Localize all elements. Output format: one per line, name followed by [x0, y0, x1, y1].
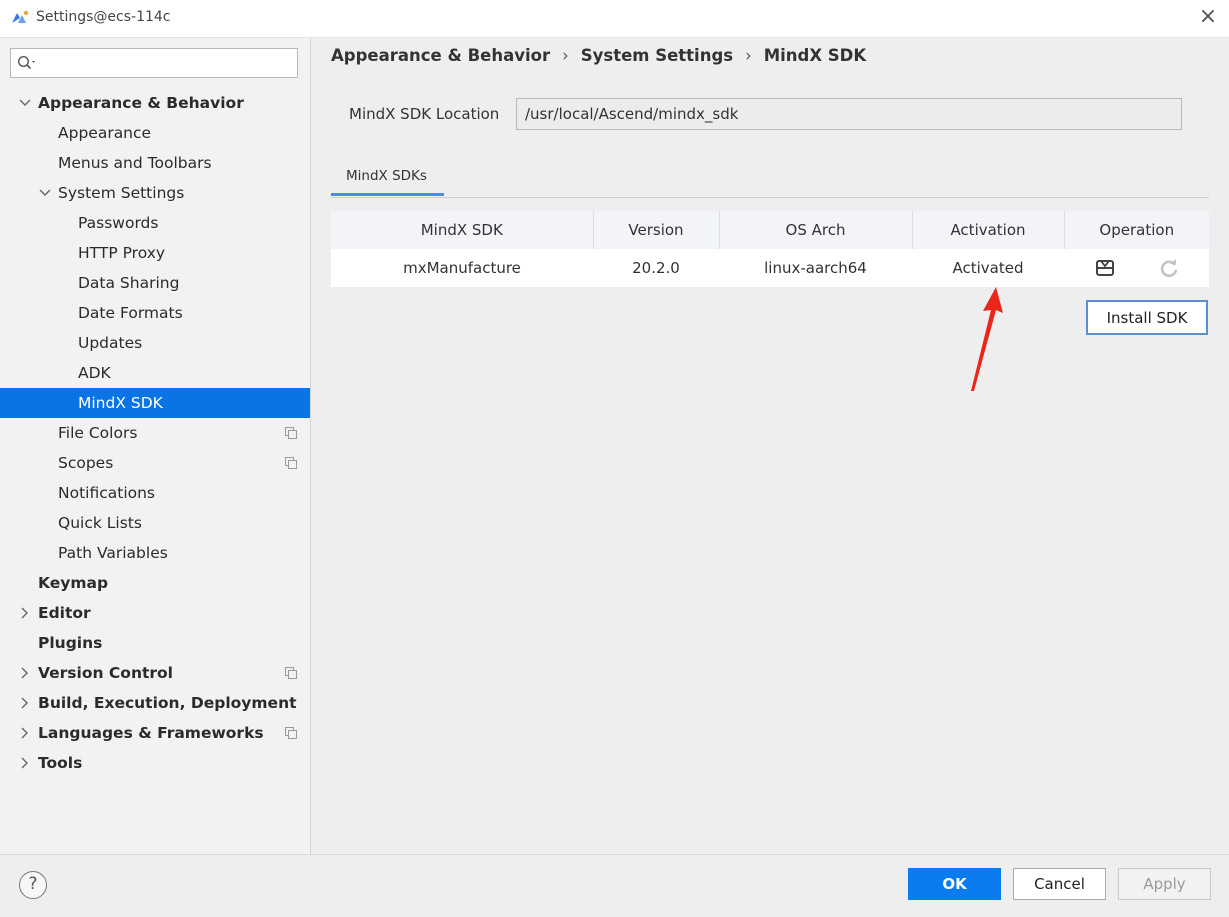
annotation-arrow-icon	[971, 287, 1003, 391]
sidebar-item[interactable]: Path Variables	[0, 538, 310, 568]
sdk-table: MindX SDK Version OS Arch Activation Ope…	[331, 211, 1209, 287]
breadcrumb-item[interactable]: Appearance & Behavior	[331, 46, 550, 65]
help-button[interactable]: ?	[19, 871, 47, 899]
sidebar-item[interactable]: Appearance	[0, 118, 310, 148]
project-scope-icon	[285, 667, 297, 679]
search-box[interactable]	[10, 48, 298, 78]
sidebar-item-label: Tools	[38, 754, 83, 772]
column-header-version[interactable]: Version	[593, 211, 720, 249]
chevron-right-icon[interactable]	[18, 688, 32, 718]
apply-button[interactable]: Apply	[1118, 868, 1211, 900]
sidebar-item[interactable]: System Settings	[0, 178, 310, 208]
close-button[interactable]: ×	[1194, 4, 1222, 32]
sidebar-item[interactable]: Menus and Toolbars	[0, 148, 310, 178]
activate-sdk-icon[interactable]	[1093, 256, 1117, 280]
chevron-right-icon[interactable]	[18, 658, 32, 688]
sidebar-item-label: Menus and Toolbars	[58, 154, 212, 172]
sidebar-item[interactable]: Languages & Frameworks	[0, 718, 310, 748]
chevron-down-icon[interactable]	[18, 88, 32, 118]
sidebar-item-label: Appearance & Behavior	[38, 94, 244, 112]
dialog-button-bar: ? OK Cancel Apply	[0, 854, 1229, 917]
sidebar-item-label: Build, Execution, Deployment	[38, 694, 297, 712]
sidebar-item-label: Passwords	[78, 214, 159, 232]
sidebar-item-label: MindX SDK	[78, 394, 163, 412]
cell-operation	[1064, 249, 1209, 287]
search-input[interactable]	[41, 52, 295, 76]
project-scope-icon	[285, 727, 297, 739]
column-header-operation[interactable]: Operation	[1064, 211, 1209, 249]
sidebar-item[interactable]: Tools	[0, 748, 310, 778]
sidebar-item[interactable]: Version Control	[0, 658, 310, 688]
sidebar-item-label: Version Control	[38, 664, 173, 682]
sidebar-item[interactable]: Editor	[0, 598, 310, 628]
sidebar-item[interactable]: Keymap	[0, 568, 310, 598]
sidebar-item-label: Quick Lists	[58, 514, 142, 532]
sidebar-item[interactable]: Scopes	[0, 448, 310, 478]
breadcrumb-item: MindX SDK	[763, 46, 867, 65]
cell-activation: Activated	[952, 259, 1024, 277]
sidebar-item-label: Keymap	[38, 574, 109, 592]
chevron-right-icon[interactable]	[18, 748, 32, 778]
sidebar-item-label: Appearance	[58, 124, 152, 142]
sidebar-item-label: HTTP Proxy	[78, 244, 166, 262]
column-header-activation[interactable]: Activation	[912, 211, 1065, 249]
cell-version: 20.2.0	[632, 259, 680, 277]
app-logo-icon	[12, 10, 29, 23]
sidebar-item[interactable]: HTTP Proxy	[0, 238, 310, 268]
table-row[interactable]: mxManufacture 20.2.0 linux-aarch64 Activ…	[331, 249, 1209, 287]
breadcrumb: Appearance & Behavior › System Settings › Mi…	[331, 46, 866, 65]
title-bar: Settings@ecs-114c ×	[0, 0, 1229, 38]
window-title: Settings@ecs-114c	[36, 9, 171, 25]
sidebar-item-label: File Colors	[58, 424, 138, 442]
sidebar-item-label: Editor	[38, 604, 91, 622]
sidebar-item-label: System Settings	[58, 184, 185, 202]
install-sdk-button[interactable]: Install SDK	[1086, 300, 1208, 335]
cell-sdk-name: mxManufacture	[403, 259, 521, 277]
breadcrumb-separator: ›	[745, 46, 752, 65]
chevron-right-icon[interactable]	[18, 598, 32, 628]
sidebar-item-label: Notifications	[58, 484, 156, 502]
sidebar-item[interactable]: ADK	[0, 358, 310, 388]
sidebar-item-label: Updates	[78, 334, 143, 352]
breadcrumb-item[interactable]: System Settings	[581, 46, 733, 65]
sidebar-item[interactable]: Date Formats	[0, 298, 310, 328]
sidebar-item[interactable]: Appearance & Behavior	[0, 88, 310, 118]
sdk-location-field[interactable]	[516, 98, 1182, 130]
sidebar-item[interactable]: Data Sharing	[0, 268, 310, 298]
table-header-row: MindX SDK Version OS Arch Activation Ope…	[331, 211, 1209, 249]
sidebar-item-label: Path Variables	[58, 544, 168, 562]
tab-mindx-sdks[interactable]: MindX SDKs	[331, 162, 444, 196]
sidebar-item-label: Plugins	[38, 634, 103, 652]
sidebar-item-label: Scopes	[58, 454, 114, 472]
sidebar-item-label: Date Formats	[78, 304, 183, 322]
sidebar-item[interactable]: Quick Lists	[0, 508, 310, 538]
column-header-os-arch[interactable]: OS Arch	[719, 211, 913, 249]
project-scope-icon	[285, 427, 297, 439]
settings-sidebar: Appearance & Behavior Appearance Menus and…	[0, 38, 311, 854]
sidebar-item[interactable]: Build, Execution, Deployment	[0, 688, 310, 718]
chevron-right-icon[interactable]	[18, 718, 32, 748]
cancel-button[interactable]: Cancel	[1013, 868, 1106, 900]
cell-os-arch: linux-aarch64	[764, 259, 867, 277]
column-header-sdk[interactable]: MindX SDK	[331, 211, 594, 249]
refresh-icon[interactable]	[1157, 256, 1181, 280]
breadcrumb-separator: ›	[562, 46, 569, 65]
sidebar-item-label: Data Sharing	[78, 274, 180, 292]
sidebar-item[interactable]: Updates	[0, 328, 310, 358]
tab-divider	[331, 197, 1209, 198]
sidebar-item[interactable]: Passwords	[0, 208, 310, 238]
sidebar-item[interactable]: Plugins	[0, 628, 310, 658]
main-panel: Appearance & Behavior › System Settings › Mi…	[311, 38, 1229, 854]
sidebar-item[interactable]: MindX SDK	[0, 388, 310, 418]
chevron-down-icon[interactable]	[38, 178, 52, 208]
sidebar-item[interactable]: Notifications	[0, 478, 310, 508]
project-scope-icon	[285, 457, 297, 469]
sidebar-item[interactable]: File Colors	[0, 418, 310, 448]
ok-button[interactable]: OK	[908, 868, 1001, 900]
search-icon	[17, 55, 35, 70]
sdk-location-label: MindX SDK Location	[349, 105, 500, 123]
sidebar-item-label: ADK	[78, 364, 111, 382]
sidebar-item-label: Languages & Frameworks	[38, 724, 264, 742]
